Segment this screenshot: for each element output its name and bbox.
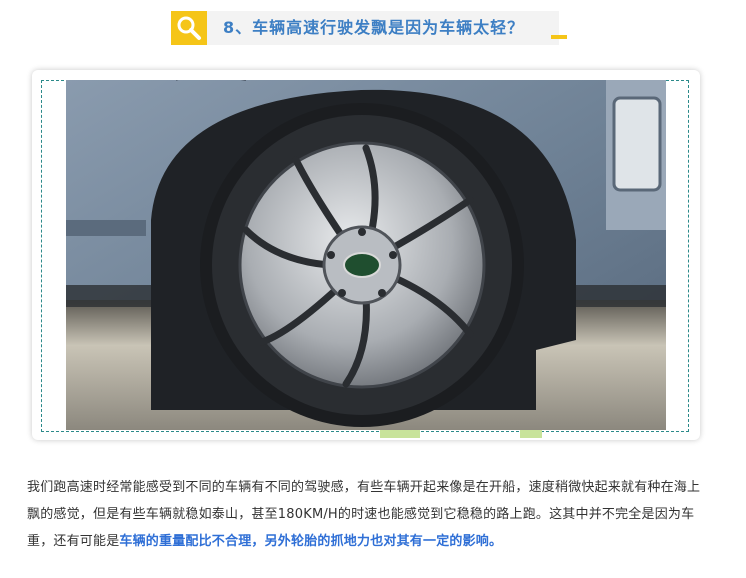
heading-title: 8、车辆高速行驶发飘是因为车辆太轻？: [223, 18, 525, 37]
wheel-photo: [66, 80, 666, 430]
bottom-tab-right: [520, 430, 542, 438]
wheel-illustration: [66, 80, 666, 430]
heading-icon-box: [171, 11, 207, 45]
section-heading: 8、车辆高速行驶发飘是因为车辆太轻？: [171, 11, 567, 45]
image-card: [32, 70, 700, 440]
body-paragraph: 我们跑高速时经常能感受到不同的车辆有不同的驾驶感，有些车辆开起来像是在开船，速度…: [27, 474, 711, 555]
magnifier-icon: [177, 16, 201, 40]
heading-accent-bar: [551, 35, 567, 39]
paragraph-highlight: 车辆的重量配比不合理，另外轮胎的抓地力也对其有一定的影响。: [119, 534, 503, 549]
bottom-tab-left: [380, 430, 420, 438]
